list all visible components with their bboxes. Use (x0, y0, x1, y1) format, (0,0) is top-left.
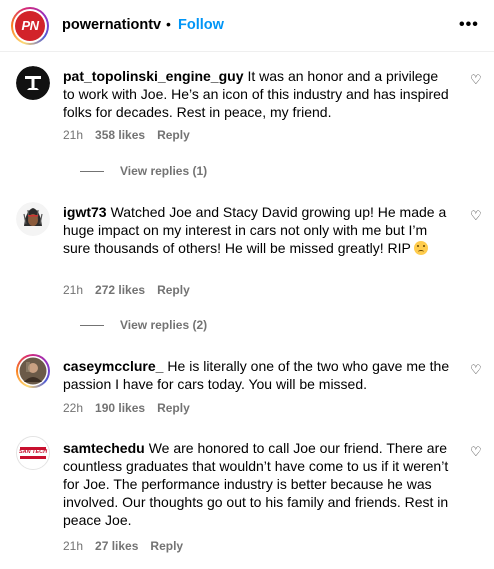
crying-face-icon (414, 241, 429, 255)
account-avatar[interactable]: PN (11, 7, 49, 45)
anvil-logo-icon (16, 66, 50, 100)
commenter-username[interactable]: samtechedu (63, 440, 145, 456)
comment-text: pat_topolinski_engine_guy It was an honor… (63, 67, 453, 121)
view-replies-button[interactable]: View replies (1) (80, 164, 207, 178)
comment-meta: 21h 358 likes Reply (63, 128, 202, 142)
comment-likes[interactable]: 27 likes (95, 539, 138, 553)
comment-meta: 22h 190 likes Reply (63, 401, 202, 415)
follow-button[interactable]: Follow (178, 17, 224, 33)
comment-time: 21h (63, 283, 84, 297)
comment-text: caseymcclure_ He is literally one of the … (63, 357, 453, 393)
reply-button[interactable]: Reply (157, 283, 190, 297)
comment-meta: 21h 272 likes Reply (63, 283, 202, 297)
like-heart-icon[interactable]: ♡ (470, 208, 482, 224)
reply-button[interactable]: Reply (157, 128, 190, 142)
commenter-avatar[interactable] (16, 354, 50, 388)
comment-text: samtechedu We are honored to call Joe our… (63, 439, 453, 529)
view-replies-label: View replies (1) (120, 164, 208, 178)
comment-time: 22h (63, 401, 84, 415)
commenter-avatar[interactable] (16, 66, 50, 100)
comment-likes[interactable]: 272 likes (95, 283, 145, 297)
commenter-username[interactable]: pat_topolinski_engine_guy (63, 68, 243, 84)
comment-time: 21h (63, 539, 84, 553)
commenter-avatar[interactable] (16, 202, 50, 236)
separator-dot: • (166, 16, 171, 32)
comment-likes[interactable]: 358 likes (95, 128, 145, 142)
like-heart-icon[interactable]: ♡ (470, 362, 482, 378)
commenter-avatar[interactable]: SAN TECH (16, 436, 50, 470)
powernation-logo: PN (15, 11, 45, 41)
comment-text: igwt73 Watched Joe and Stacy David growin… (63, 203, 453, 257)
commenter-username[interactable]: igwt73 (63, 204, 107, 220)
profile-photo (18, 356, 48, 386)
school-logo-text: SAN TECH (18, 449, 48, 455)
view-replies-button[interactable]: View replies (2) (80, 318, 207, 332)
like-heart-icon[interactable]: ♡ (470, 444, 482, 460)
comment-time: 21h (63, 128, 84, 142)
account-username[interactable]: powernationtv (62, 17, 161, 33)
headdress-icon (16, 202, 50, 236)
more-options-icon[interactable]: ••• (459, 16, 479, 34)
comment-meta: 21h 27 likes Reply (63, 539, 195, 553)
post-header: PN powernationtv • Follow ••• (0, 0, 494, 52)
comment-likes[interactable]: 190 likes (95, 401, 145, 415)
view-replies-label: View replies (2) (120, 318, 208, 332)
commenter-username[interactable]: caseymcclure_ (63, 358, 163, 374)
reply-button[interactable]: Reply (150, 539, 183, 553)
reply-button[interactable]: Reply (157, 401, 190, 415)
like-heart-icon[interactable]: ♡ (470, 72, 482, 88)
comment-body: Watched Joe and Stacy David growing up! … (63, 204, 447, 256)
